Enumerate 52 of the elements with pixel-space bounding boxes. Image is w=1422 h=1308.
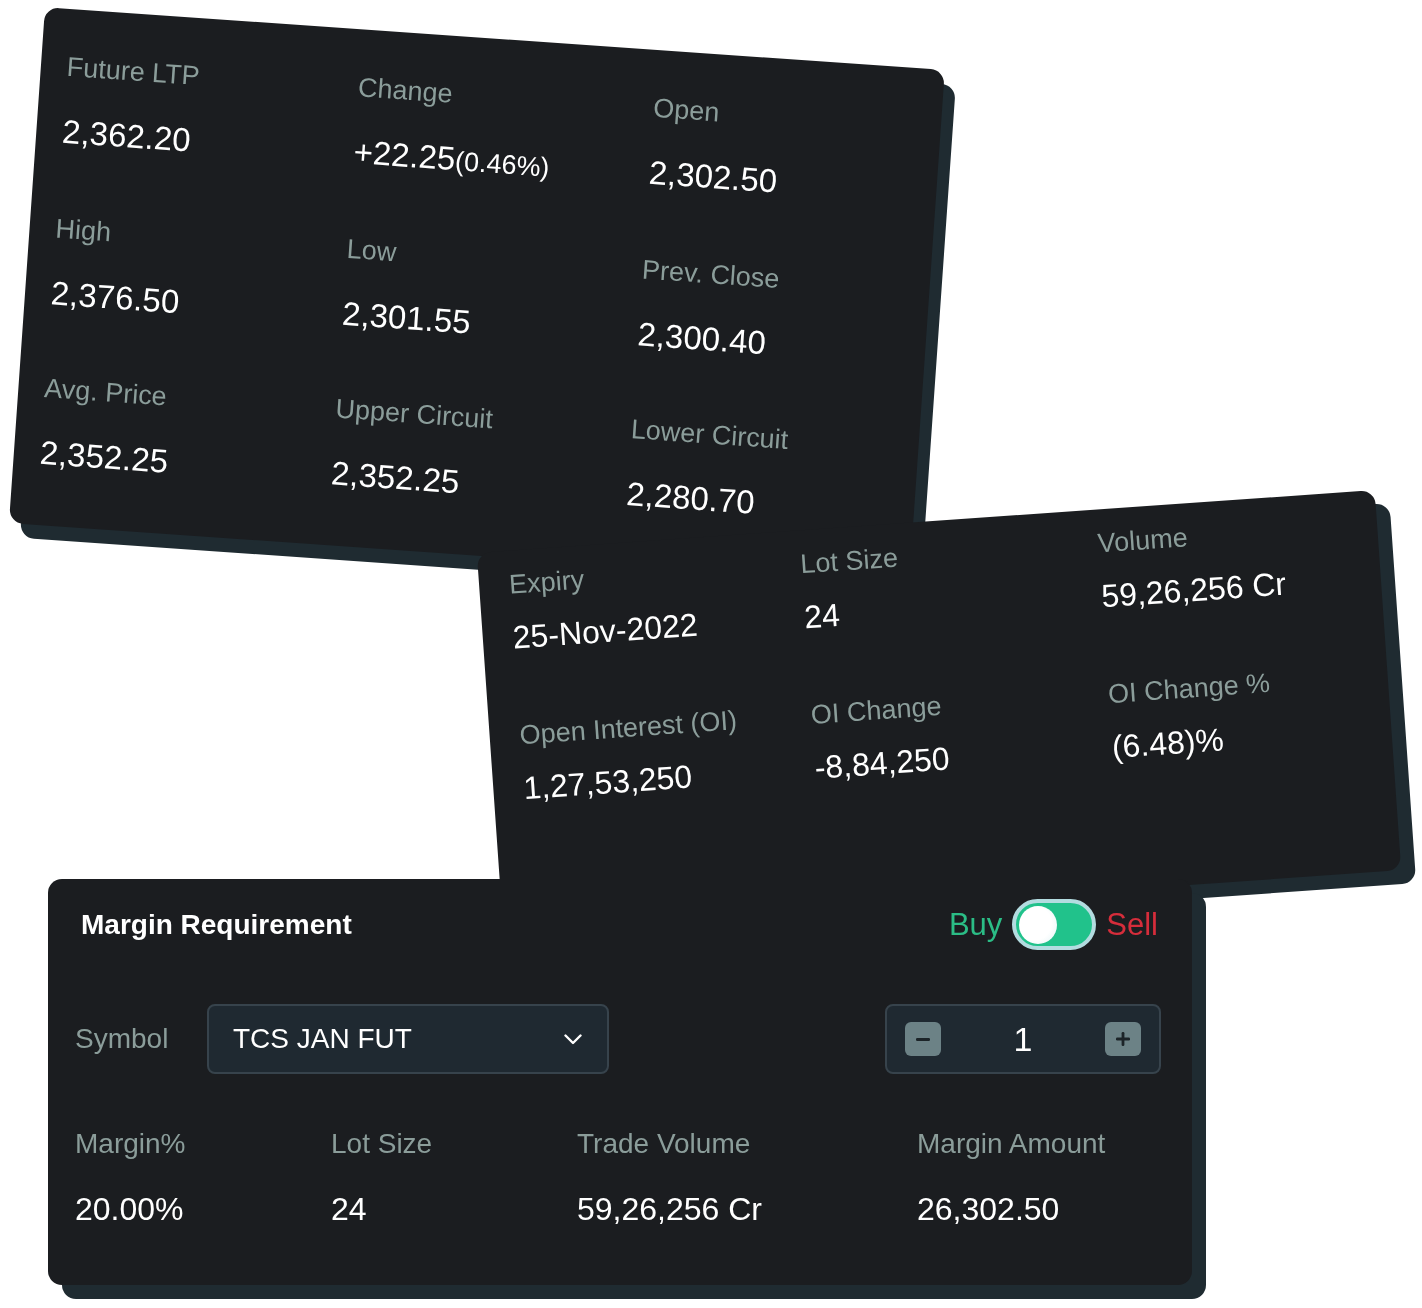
quantity-stepper[interactable]: 1	[885, 1004, 1161, 1074]
buy-sell-toggle[interactable]	[1012, 899, 1097, 950]
stat-value: -8,84,250	[813, 739, 951, 788]
result-value: 24	[331, 1190, 367, 1228]
stat-value: 2,352.25	[38, 432, 170, 482]
stat-value: 2,300.40	[636, 314, 768, 364]
result-value: 26,302.50	[917, 1190, 1060, 1228]
stat-value: 24	[802, 595, 842, 638]
quantity-value: 1	[1013, 1019, 1033, 1059]
stat-label: Change	[357, 71, 454, 110]
result-label: Trade Volume	[577, 1127, 751, 1161]
result-value: 59,26,256 Cr	[577, 1190, 762, 1228]
stat-value: 25-Nov-2022	[511, 605, 699, 658]
stat-label: Volume	[1096, 521, 1189, 560]
stat-value: 2,352.25	[329, 453, 461, 503]
plus-icon	[1116, 1032, 1130, 1046]
card-title: Margin Requirement	[81, 908, 352, 941]
stat-label: Expiry	[508, 563, 586, 601]
toggle-option-label: Buy	[948, 905, 1003, 944]
stat-label: OI Change %	[1107, 666, 1272, 711]
result-label: Margin%	[75, 1127, 186, 1161]
decrement-button[interactable]	[905, 1022, 941, 1056]
stat-label: Upper Circuit	[334, 392, 494, 436]
stat-label: OI Change	[809, 689, 943, 731]
stat-label: Lower Circuit	[629, 413, 790, 456]
stat-value: 2,301.55	[341, 293, 472, 343]
stat-label: Open	[652, 91, 721, 129]
stat-label: High	[54, 212, 113, 249]
symbol-label: Symbol	[75, 1023, 170, 1055]
stat-value: 59,26,256 Cr	[1100, 564, 1288, 617]
stat-label: Avg. Price	[43, 372, 168, 413]
stat-label: Open Interest (OI)	[518, 704, 738, 752]
stat-value: +22.25 (0.46%)	[352, 132, 551, 185]
minus-icon	[916, 1037, 930, 1041]
symbol-dropdown[interactable]: TCS JAN FUT	[207, 1004, 609, 1074]
stat-label: Low	[345, 232, 398, 269]
increment-button[interactable]	[1105, 1022, 1141, 1056]
stat-value: 2,302.50	[647, 152, 779, 202]
result-label: Margin Amount	[917, 1127, 1106, 1161]
stat-value: 2,376.50	[49, 273, 181, 323]
stat-value: 2,362.20	[61, 111, 192, 161]
stat-label: Future LTP	[65, 50, 201, 93]
stat-value: (6.48)%	[1110, 720, 1226, 767]
toggle-option-label: Sell	[1106, 905, 1158, 944]
stat-label: Prev. Close	[641, 253, 781, 295]
result-label: Lot Size	[331, 1127, 433, 1161]
stat-value: 1,27,53,250	[522, 757, 694, 809]
stat-label: Lot Size	[799, 541, 899, 581]
stat-value: 2,280.70	[625, 473, 757, 523]
result-value: 20.00%	[75, 1190, 184, 1228]
toggle-knob[interactable]	[1019, 905, 1058, 944]
chevron-down-icon	[564, 1033, 582, 1045]
